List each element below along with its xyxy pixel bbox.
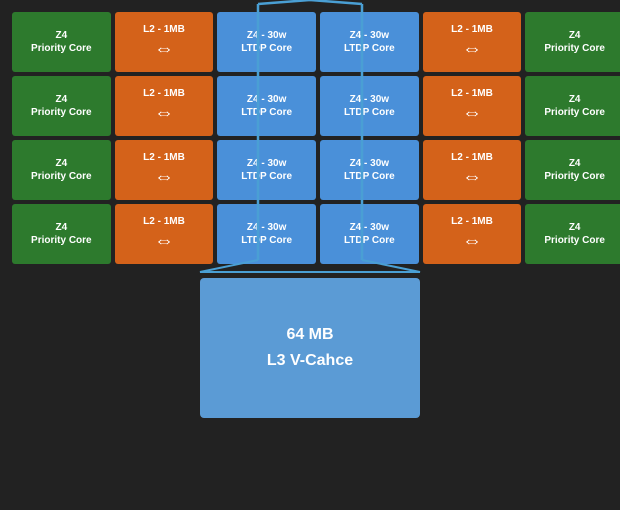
r3c2-ltdp-core: Z4 - 30wLTDP Core [217, 204, 316, 264]
r0c1-l2-cache: L2 - 1MB⇔ [115, 12, 214, 72]
l3-cache: 64 MB L3 V-Cahce [200, 278, 420, 418]
r2c4-l2-cache: L2 - 1MB⇔ [423, 140, 522, 200]
r3c5-priority-core: Z4Priority Core [525, 204, 620, 264]
r0c3-ltdp-core: Z4 - 30wLTDP Core [320, 12, 419, 72]
l3-cache-size: 64 MB [286, 322, 333, 348]
r0c0-priority-core: Z4Priority Core [12, 12, 111, 72]
l3-cache-label: L3 V-Cahce [267, 348, 353, 374]
r2c0-priority-core: Z4Priority Core [12, 140, 111, 200]
diagram: Z4Priority Core L2 - 1MB⇔ Z4 - 30wLTDP C… [0, 0, 620, 510]
r1c5-priority-core: Z4Priority Core [525, 76, 620, 136]
r3c3-ltdp-core: Z4 - 30wLTDP Core [320, 204, 419, 264]
r1c4-l2-cache: L2 - 1MB⇔ [423, 76, 522, 136]
r3c0-priority-core: Z4Priority Core [12, 204, 111, 264]
r1c0-priority-core: Z4Priority Core [12, 76, 111, 136]
r1c3-ltdp-core: Z4 - 30wLTDP Core [320, 76, 419, 136]
r2c2-ltdp-core: Z4 - 30wLTDP Core [217, 140, 316, 200]
r3c1-l2-cache: L2 - 1MB⇔ [115, 204, 214, 264]
r1c2-ltdp-core: Z4 - 30wLTDP Core [217, 76, 316, 136]
r2c3-ltdp-core: Z4 - 30wLTDP Core [320, 140, 419, 200]
r1c1-l2-cache: L2 - 1MB⇔ [115, 76, 214, 136]
r0c2-ltdp-core: Z4 - 30wLTDP Core [217, 12, 316, 72]
r0c4-l2-cache: L2 - 1MB⇔ [423, 12, 522, 72]
r2c5-priority-core: Z4Priority Core [525, 140, 620, 200]
r3c4-l2-cache: L2 - 1MB⇔ [423, 204, 522, 264]
r2c1-l2-cache: L2 - 1MB⇔ [115, 140, 214, 200]
cpu-grid: Z4Priority Core L2 - 1MB⇔ Z4 - 30wLTDP C… [8, 8, 620, 268]
r0c5-priority-core: Z4Priority Core [525, 12, 620, 72]
